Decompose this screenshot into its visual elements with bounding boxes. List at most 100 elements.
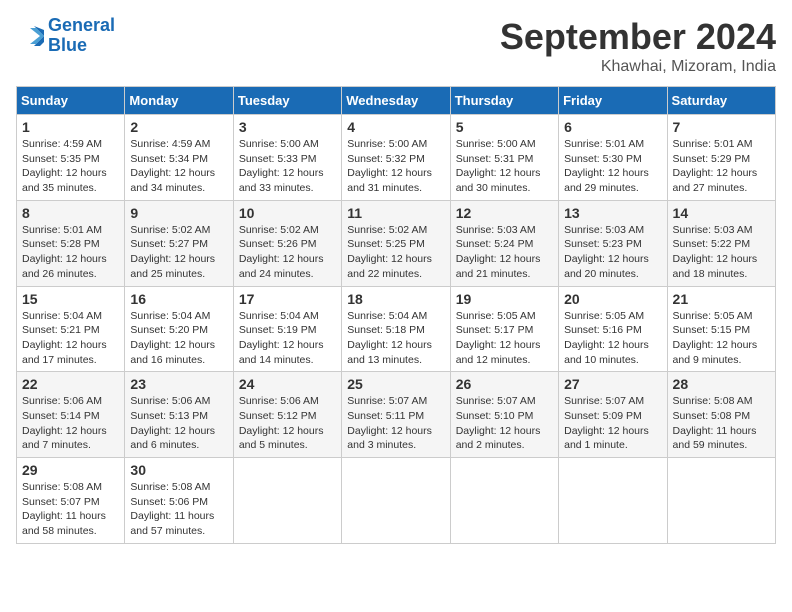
calendar-cell: 8 Sunrise: 5:01 AM Sunset: 5:28 PM Daylig…: [17, 200, 125, 286]
day-info: Sunrise: 5:07 AM Sunset: 5:09 PM Dayligh…: [564, 394, 661, 453]
calendar-table: Sunday Monday Tuesday Wednesday Thursday…: [16, 86, 776, 544]
day-info: Sunrise: 5:07 AM Sunset: 5:11 PM Dayligh…: [347, 394, 444, 453]
calendar-cell: 17 Sunrise: 5:04 AM Sunset: 5:19 PM Dayli…: [233, 286, 341, 372]
calendar-cell: 28 Sunrise: 5:08 AM Sunset: 5:08 PM Dayli…: [667, 372, 775, 458]
day-number: 27: [564, 376, 661, 392]
calendar-cell: 26 Sunrise: 5:07 AM Sunset: 5:10 PM Dayli…: [450, 372, 558, 458]
calendar-cell: 21 Sunrise: 5:05 AM Sunset: 5:15 PM Dayli…: [667, 286, 775, 372]
day-number: 13: [564, 205, 661, 221]
day-number: 14: [673, 205, 770, 221]
col-thursday: Thursday: [450, 87, 558, 115]
logo: General Blue: [16, 16, 115, 56]
day-number: 28: [673, 376, 770, 392]
day-info: Sunrise: 5:03 AM Sunset: 5:22 PM Dayligh…: [673, 223, 770, 282]
calendar-cell: [342, 458, 450, 544]
calendar-cell: 1 Sunrise: 4:59 AM Sunset: 5:35 PM Daylig…: [17, 115, 125, 201]
calendar-cell: 11 Sunrise: 5:02 AM Sunset: 5:25 PM Dayli…: [342, 200, 450, 286]
day-info: Sunrise: 5:08 AM Sunset: 5:07 PM Dayligh…: [22, 480, 119, 539]
logo-icon: [16, 22, 44, 50]
calendar-cell: 20 Sunrise: 5:05 AM Sunset: 5:16 PM Dayli…: [559, 286, 667, 372]
day-number: 17: [239, 291, 336, 307]
calendar-cell: 12 Sunrise: 5:03 AM Sunset: 5:24 PM Dayli…: [450, 200, 558, 286]
location-title: Khawhai, Mizoram, India: [500, 58, 776, 76]
day-info: Sunrise: 5:01 AM Sunset: 5:30 PM Dayligh…: [564, 137, 661, 196]
day-info: Sunrise: 5:05 AM Sunset: 5:17 PM Dayligh…: [456, 309, 553, 368]
calendar-week-4: 22 Sunrise: 5:06 AM Sunset: 5:14 PM Dayli…: [17, 372, 776, 458]
day-number: 30: [130, 462, 227, 478]
day-info: Sunrise: 5:00 AM Sunset: 5:31 PM Dayligh…: [456, 137, 553, 196]
calendar-cell: 18 Sunrise: 5:04 AM Sunset: 5:18 PM Dayli…: [342, 286, 450, 372]
day-info: Sunrise: 5:01 AM Sunset: 5:28 PM Dayligh…: [22, 223, 119, 282]
day-number: 20: [564, 291, 661, 307]
day-info: Sunrise: 5:06 AM Sunset: 5:13 PM Dayligh…: [130, 394, 227, 453]
day-info: Sunrise: 5:00 AM Sunset: 5:33 PM Dayligh…: [239, 137, 336, 196]
calendar-cell: 23Sunrise: 5:06 AM Sunset: 5:13 PM Dayli…: [125, 372, 233, 458]
calendar-cell: 7 Sunrise: 5:01 AM Sunset: 5:29 PM Daylig…: [667, 115, 775, 201]
calendar-cell: [559, 458, 667, 544]
calendar-cell: 25 Sunrise: 5:07 AM Sunset: 5:11 PM Dayli…: [342, 372, 450, 458]
day-number: 16: [130, 291, 227, 307]
day-number: 12: [456, 205, 553, 221]
day-info: Sunrise: 5:06 AM Sunset: 5:14 PM Dayligh…: [22, 394, 119, 453]
calendar-cell: 24 Sunrise: 5:06 AM Sunset: 5:12 PM Dayli…: [233, 372, 341, 458]
col-sunday: Sunday: [17, 87, 125, 115]
day-number: 18: [347, 291, 444, 307]
day-info: Sunrise: 5:03 AM Sunset: 5:24 PM Dayligh…: [456, 223, 553, 282]
day-number: 1: [22, 119, 119, 135]
day-info: Sunrise: 5:07 AM Sunset: 5:10 PM Dayligh…: [456, 394, 553, 453]
calendar-cell: [233, 458, 341, 544]
day-number: 26: [456, 376, 553, 392]
day-number: 25: [347, 376, 444, 392]
calendar-week-2: 8 Sunrise: 5:01 AM Sunset: 5:28 PM Daylig…: [17, 200, 776, 286]
day-info: Sunrise: 5:05 AM Sunset: 5:15 PM Dayligh…: [673, 309, 770, 368]
day-info: Sunrise: 5:08 AM Sunset: 5:08 PM Dayligh…: [673, 394, 770, 453]
calendar-cell: 5Sunrise: 5:00 AM Sunset: 5:31 PM Daylig…: [450, 115, 558, 201]
day-number: 29: [22, 462, 119, 478]
day-number: 3: [239, 119, 336, 135]
day-info: Sunrise: 5:01 AM Sunset: 5:29 PM Dayligh…: [673, 137, 770, 196]
calendar-cell: 9Sunrise: 5:02 AM Sunset: 5:27 PM Daylig…: [125, 200, 233, 286]
day-info: Sunrise: 5:06 AM Sunset: 5:12 PM Dayligh…: [239, 394, 336, 453]
day-info: Sunrise: 4:59 AM Sunset: 5:34 PM Dayligh…: [130, 137, 227, 196]
calendar-cell: 19 Sunrise: 5:05 AM Sunset: 5:17 PM Dayli…: [450, 286, 558, 372]
logo-text: General Blue: [48, 16, 115, 56]
calendar-cell: 2Sunrise: 4:59 AM Sunset: 5:34 PM Daylig…: [125, 115, 233, 201]
day-info: Sunrise: 5:04 AM Sunset: 5:21 PM Dayligh…: [22, 309, 119, 368]
month-title: September 2024: [500, 16, 776, 58]
col-saturday: Saturday: [667, 87, 775, 115]
day-info: Sunrise: 4:59 AM Sunset: 5:35 PM Dayligh…: [22, 137, 119, 196]
title-area: September 2024 Khawhai, Mizoram, India: [500, 16, 776, 76]
day-number: 19: [456, 291, 553, 307]
day-number: 6: [564, 119, 661, 135]
calendar-cell: [450, 458, 558, 544]
day-info: Sunrise: 5:04 AM Sunset: 5:20 PM Dayligh…: [130, 309, 227, 368]
calendar-week-1: 1 Sunrise: 4:59 AM Sunset: 5:35 PM Daylig…: [17, 115, 776, 201]
calendar-cell: 15 Sunrise: 5:04 AM Sunset: 5:21 PM Dayli…: [17, 286, 125, 372]
day-number: 11: [347, 205, 444, 221]
page-header: General Blue September 2024 Khawhai, Miz…: [16, 16, 776, 76]
day-number: 22: [22, 376, 119, 392]
day-info: Sunrise: 5:04 AM Sunset: 5:19 PM Dayligh…: [239, 309, 336, 368]
calendar-cell: 27 Sunrise: 5:07 AM Sunset: 5:09 PM Dayli…: [559, 372, 667, 458]
day-info: Sunrise: 5:02 AM Sunset: 5:26 PM Dayligh…: [239, 223, 336, 282]
calendar-cell: 13Sunrise: 5:03 AM Sunset: 5:23 PM Dayli…: [559, 200, 667, 286]
day-number: 9: [130, 205, 227, 221]
calendar-cell: 3 Sunrise: 5:00 AM Sunset: 5:33 PM Daylig…: [233, 115, 341, 201]
day-info: Sunrise: 5:05 AM Sunset: 5:16 PM Dayligh…: [564, 309, 661, 368]
calendar-week-5: 29 Sunrise: 5:08 AM Sunset: 5:07 PM Dayli…: [17, 458, 776, 544]
day-number: 8: [22, 205, 119, 221]
day-info: Sunrise: 5:00 AM Sunset: 5:32 PM Dayligh…: [347, 137, 444, 196]
day-info: Sunrise: 5:02 AM Sunset: 5:25 PM Dayligh…: [347, 223, 444, 282]
calendar-cell: 30Sunrise: 5:08 AM Sunset: 5:06 PM Dayli…: [125, 458, 233, 544]
day-number: 15: [22, 291, 119, 307]
col-tuesday: Tuesday: [233, 87, 341, 115]
day-number: 7: [673, 119, 770, 135]
day-number: 21: [673, 291, 770, 307]
calendar-cell: 10Sunrise: 5:02 AM Sunset: 5:26 PM Dayli…: [233, 200, 341, 286]
day-number: 24: [239, 376, 336, 392]
col-monday: Monday: [125, 87, 233, 115]
day-info: Sunrise: 5:04 AM Sunset: 5:18 PM Dayligh…: [347, 309, 444, 368]
day-number: 4: [347, 119, 444, 135]
calendar-cell: 22 Sunrise: 5:06 AM Sunset: 5:14 PM Dayli…: [17, 372, 125, 458]
calendar-cell: 16 Sunrise: 5:04 AM Sunset: 5:20 PM Dayli…: [125, 286, 233, 372]
